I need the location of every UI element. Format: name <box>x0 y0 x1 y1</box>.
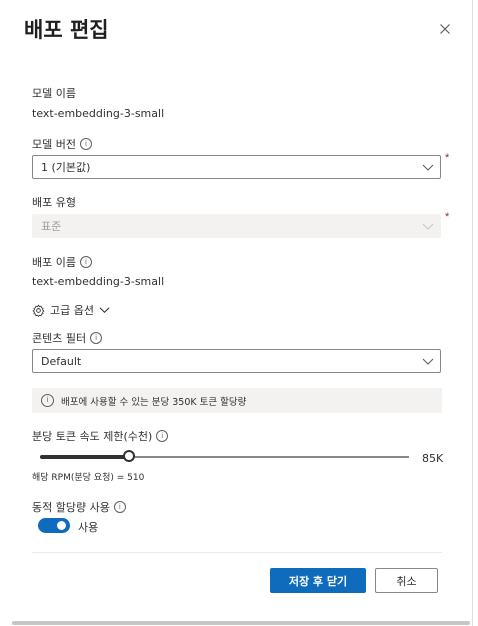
gear-icon <box>32 304 45 317</box>
chevron-down-icon <box>422 223 434 230</box>
slider-thumb[interactable] <box>122 450 135 462</box>
quota-info-banner: i 배포에 사용할 수 있는 분당 350K 토큰 할당량 <box>32 388 442 413</box>
rate-limit-label: 분당 토큰 속도 제한(수천) i <box>32 428 169 444</box>
rpm-text: 해당 RPM(분당 요청) = 510 <box>32 473 145 483</box>
model-name-value: text-embedding-3-small <box>32 107 165 120</box>
info-icon[interactable]: i <box>113 501 126 513</box>
slider-fill <box>40 455 129 459</box>
close-button[interactable] <box>436 20 454 38</box>
content-filter-dropdown[interactable]: Default <box>32 349 441 373</box>
deployment-type-dropdown: 표준 <box>32 214 441 238</box>
close-icon <box>440 24 450 34</box>
content-filter-label: 콘텐츠 필터 i <box>32 330 103 346</box>
model-version-dropdown[interactable]: 1 (기본값) <box>32 155 441 179</box>
deployment-type-label: 배포 유형 <box>32 196 76 209</box>
required-marker: * <box>445 211 450 223</box>
chevron-down-icon <box>422 358 434 365</box>
required-marker: * <box>445 152 450 164</box>
info-icon: i <box>41 394 54 407</box>
footer-divider <box>32 552 442 553</box>
model-name-label: 모델 이름 <box>32 87 76 100</box>
deployment-name-value: text-embedding-3-small <box>32 275 165 288</box>
dynamic-quota-toggle-label: 사용 <box>78 521 99 534</box>
advanced-options-toggle[interactable]: 고급 옵션 <box>32 302 110 318</box>
dynamic-quota-toggle[interactable] <box>38 518 70 533</box>
info-icon[interactable]: i <box>79 256 92 268</box>
info-icon[interactable]: i <box>90 332 103 344</box>
info-icon[interactable]: i <box>156 430 169 442</box>
save-close-button[interactable]: 저장 후 닫기 <box>270 568 366 593</box>
toggle-knob <box>57 521 66 530</box>
cancel-button[interactable]: 취소 <box>375 568 438 593</box>
dynamic-quota-label: 동적 할당량 사용 i <box>32 499 126 515</box>
chevron-down-icon <box>422 164 434 171</box>
deployment-name-label: 배포 이름 i <box>32 254 92 270</box>
info-icon[interactable]: i <box>79 138 92 150</box>
model-version-label: 모델 버전 i <box>32 136 92 152</box>
panel-title: 배포 편집 <box>24 18 109 42</box>
chevron-down-icon <box>99 307 110 314</box>
horizontal-scrollbar[interactable] <box>12 621 470 625</box>
rate-limit-slider[interactable] <box>40 450 409 462</box>
rate-limit-value: 85K <box>422 452 444 465</box>
edit-deployment-panel: 배포 편집 모델 이름 text-embedding-3-small 모델 버전… <box>0 0 473 626</box>
